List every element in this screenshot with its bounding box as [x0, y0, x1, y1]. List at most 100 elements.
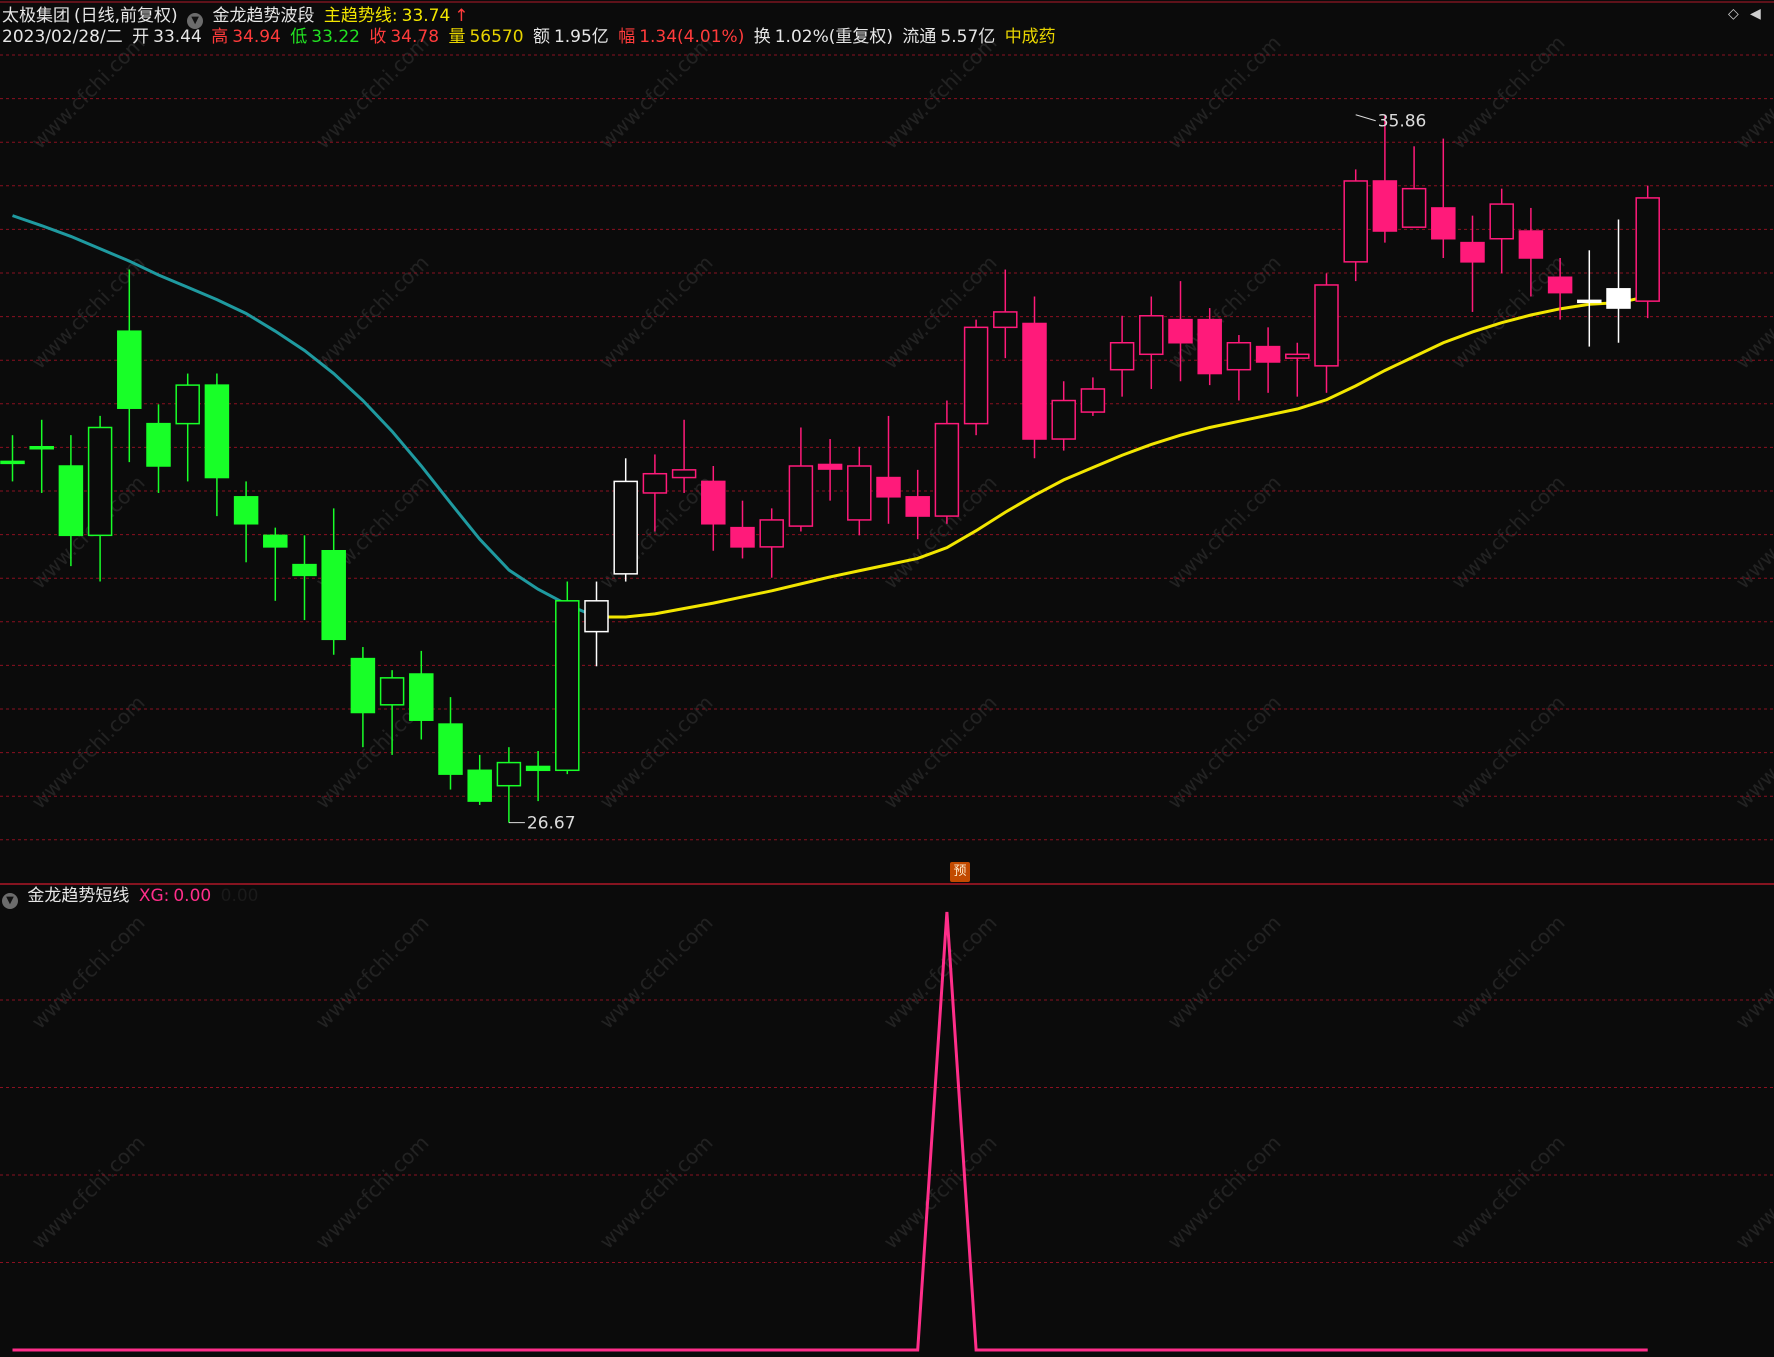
- watermark-text: www.cfchi.com: [879, 1131, 1002, 1254]
- candle-body: [1080, 388, 1106, 413]
- sector-label[interactable]: 中成药: [1005, 27, 1056, 47]
- collapse-icon[interactable]: ◀: [1750, 7, 1762, 21]
- candle: [1577, 250, 1602, 347]
- watermark-text: www.cfchi.com: [1447, 1131, 1570, 1254]
- candle-body: [876, 476, 901, 498]
- watermark-text: www.cfchi.com: [1163, 911, 1286, 1034]
- candle: [1343, 169, 1368, 282]
- candle-body: [379, 677, 405, 706]
- xg-value: 0.00: [173, 886, 212, 906]
- candle: [233, 481, 259, 563]
- candle-body: [1518, 230, 1544, 259]
- sub-indicator-name[interactable]: 金龙趋势短线: [27, 886, 129, 906]
- candle-body: [1401, 187, 1427, 228]
- candle: [1051, 381, 1076, 451]
- watermark-text: www.cfchi.com: [27, 31, 150, 154]
- candle-body: [993, 311, 1018, 329]
- candle-body: [1109, 341, 1135, 371]
- candle: [263, 527, 288, 601]
- high-annotation: 35.86: [1355, 112, 1426, 132]
- candle-body: [671, 469, 697, 479]
- candle: [555, 581, 580, 775]
- open-value: 33.44: [153, 27, 202, 47]
- watermark-text: www.cfchi.com: [1731, 251, 1774, 374]
- trend-up-arrow-icon: ↑: [454, 6, 469, 26]
- candle-body: [496, 761, 522, 787]
- sub-indicator-dropdown-icon[interactable]: ▼: [2, 893, 18, 909]
- float-label: 流通: [902, 27, 937, 47]
- prediction-badge[interactable]: 预: [950, 862, 970, 882]
- candle-body: [29, 445, 54, 450]
- candle: [146, 404, 171, 493]
- quote-info-bar: 2023/02/28/二 开 33.44 高 34.94 低 33.22 收 34.78…: [2, 27, 1060, 47]
- trend-label: 主趋势线:: [323, 6, 398, 26]
- watermark-text: www.cfchi.com: [311, 1131, 434, 1254]
- sub-extra-value: 0.00: [220, 886, 259, 906]
- high-label: 高: [211, 27, 229, 47]
- candle: [1285, 342, 1310, 397]
- candle-body: [817, 463, 843, 470]
- candle: [963, 319, 989, 436]
- watermark-text: www.cfchi.com: [27, 911, 150, 1034]
- candle: [1255, 327, 1281, 393]
- candle-body: [905, 496, 930, 517]
- candle-body: [87, 426, 113, 537]
- candle: [847, 446, 872, 536]
- sub-info-bar: ▼ 金龙趋势短线 XG: 0.00 0.00: [2, 886, 262, 909]
- candle-body: [1547, 276, 1573, 294]
- candle-body: [58, 465, 84, 537]
- watermark-text: www.cfchi.com: [1731, 471, 1774, 594]
- candle: [1372, 114, 1398, 243]
- candle-body: [642, 472, 668, 494]
- candle: [730, 500, 755, 559]
- annotation-arrow: [1355, 114, 1376, 122]
- candle-body: [759, 519, 784, 548]
- amount-value: 1.95亿: [553, 27, 609, 47]
- watermark-text: www.cfchi.com: [595, 251, 718, 374]
- candle-body: [1051, 399, 1076, 440]
- trend-value: 33.74: [401, 6, 451, 26]
- stock-name[interactable]: 太极集团: [2, 6, 70, 26]
- candle-body: [1314, 284, 1339, 367]
- low-label: 低: [290, 27, 308, 47]
- candle-body: [847, 465, 872, 521]
- change-value: 1.34(4.01%): [639, 27, 745, 47]
- candle-body: [1431, 207, 1456, 240]
- candle-body: [1577, 299, 1602, 304]
- candle: [525, 751, 551, 802]
- candle-body: [409, 673, 434, 721]
- period-label[interactable]: (日线,前复权): [74, 6, 178, 26]
- turnover-label: 换: [753, 27, 771, 47]
- volume-value: 56570: [469, 27, 524, 47]
- candle-body: [350, 657, 376, 714]
- chart-window: www.cfchi.com www.cfchi.com www.cfchi.com w…: [0, 0, 1774, 1357]
- watermark-text: www.cfchi.com: [1163, 31, 1286, 154]
- candle: [175, 373, 200, 482]
- candle: [1431, 138, 1456, 258]
- candle: [204, 373, 230, 517]
- main-info-bar: 太极集团 (日线,前复权) ▼ 金龙趋势波段 主趋势线: 33.74 ↑: [2, 6, 473, 29]
- candle: [1109, 315, 1135, 397]
- candle-body: [0, 460, 25, 465]
- candle: [467, 754, 492, 805]
- indicator-name[interactable]: 金龙趋势波段: [212, 6, 314, 26]
- candle-body: [1372, 180, 1398, 232]
- candle-body: [1255, 345, 1281, 363]
- candle-body: [175, 384, 200, 425]
- watermark-text: www.cfchi.com: [27, 1131, 150, 1254]
- candle: [788, 427, 814, 532]
- amount-label: 额: [532, 27, 550, 47]
- volume-label: 量: [448, 27, 466, 47]
- candle-body: [613, 480, 638, 575]
- chart-canvas[interactable]: www.cfchi.com www.cfchi.com www.cfchi.com w…: [0, 0, 1774, 1357]
- close-value: 34.78: [390, 27, 440, 47]
- candle-body: [1226, 341, 1252, 371]
- diamond-icon[interactable]: ◇: [1728, 7, 1740, 21]
- annotation-label: 26.67: [527, 814, 576, 834]
- candle-body: [1022, 322, 1047, 440]
- candle: [1226, 335, 1252, 401]
- candle-body: [584, 600, 609, 633]
- candle: [993, 269, 1018, 359]
- candle-body: [1606, 288, 1631, 309]
- watermark-text: www.cfchi.com: [1163, 1131, 1286, 1254]
